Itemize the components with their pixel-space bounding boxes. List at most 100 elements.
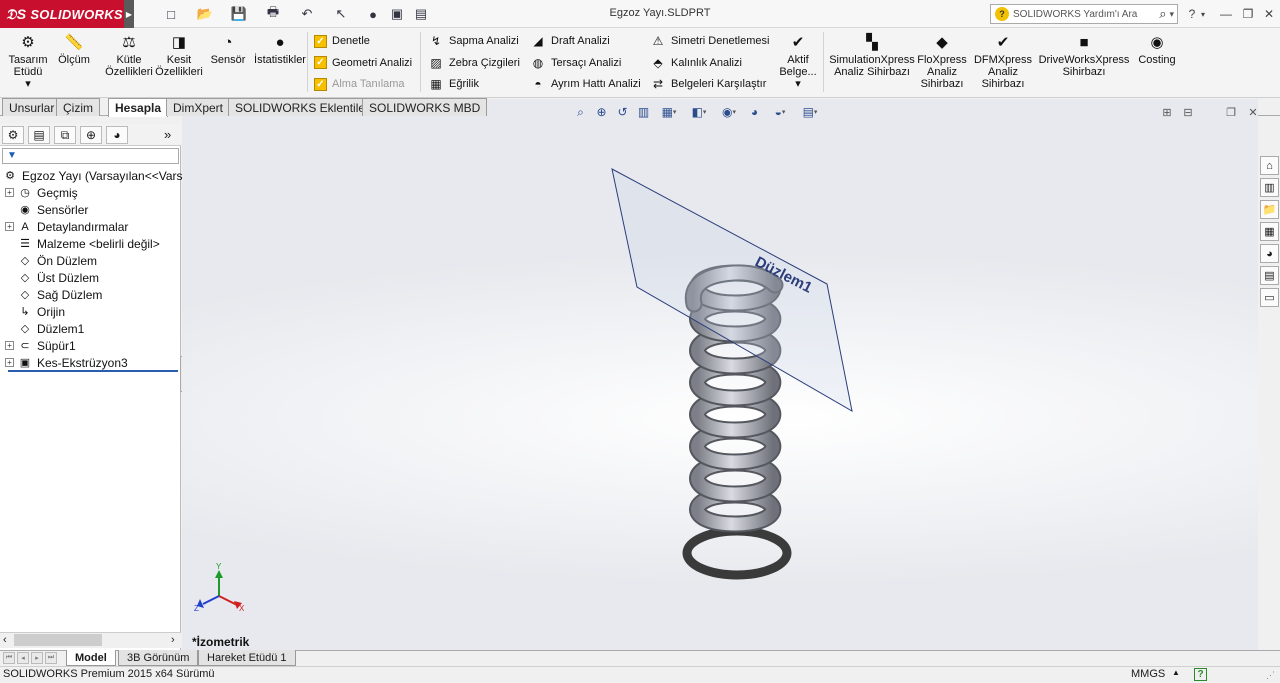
simetri-button[interactable]: ⚠ Simetri Denetlemesi: [650, 33, 770, 49]
save-button[interactable]: 💾: [228, 5, 250, 23]
help-dropdown-icon[interactable]: ▾: [1198, 5, 1208, 23]
tree-item[interactable]: ☰ Malzeme <belirli değil>: [5, 235, 160, 252]
tree-item[interactable]: + ◷ Geçmiş: [5, 184, 78, 201]
open-button[interactable]: 📂: [194, 5, 216, 23]
ayrim-button[interactable]: ◓ Ayrım Hattı Analizi: [530, 76, 640, 92]
menu-expand-button[interactable]: ▶: [124, 0, 134, 28]
zebra-button[interactable]: ▨ Zebra Çizgileri: [428, 55, 520, 71]
view-palette-tab[interactable]: ▦: [1260, 222, 1279, 241]
section-properties-button[interactable]: ◨ Kesit Özellikleri: [152, 34, 206, 78]
bottom-tab-2[interactable]: Hareket Etüdü 1: [198, 650, 296, 666]
tab-solidworks-eklentileri[interactable]: SOLIDWORKS Eklentileri: [228, 98, 379, 116]
mass-properties-button[interactable]: ⚖ Kütle Özellikleri: [104, 34, 154, 78]
simulationxpress-button[interactable]: ▚ SimulationXpress Analiz Sihirbazı: [828, 34, 916, 78]
tree-item[interactable]: + A Detaylandırmalar: [5, 218, 128, 235]
design-study-label: Tasarım: [8, 54, 48, 66]
search-dropdown-icon[interactable]: ▾: [1169, 9, 1174, 20]
sapma-button[interactable]: ↯ Sapma Analizi: [428, 33, 520, 49]
file-properties-button[interactable]: ▣: [386, 5, 408, 23]
tab-scroll-button[interactable]: ⏮: [3, 652, 15, 664]
axis-y-label: Y: [216, 562, 222, 571]
tab-scroll-button[interactable]: ◂: [17, 652, 29, 664]
dimxpert-manager-tab[interactable]: ⊕: [80, 126, 102, 144]
print-button[interactable]: 🖶: [262, 4, 284, 23]
options-button[interactable]: ▤: [410, 5, 432, 23]
select-button[interactable]: ↖: [330, 5, 352, 23]
resize-grip-icon[interactable]: ⋰: [1266, 670, 1275, 681]
tree-root[interactable]: ⚙ Egzoz Yayı (Varsayılan<<Varsay: [2, 167, 195, 184]
tree-item-label: Süpür1: [37, 338, 76, 353]
dfmxpress-button[interactable]: ✔ DFMXpress Analiz Sihirbazı: [972, 34, 1034, 90]
draft-button[interactable]: ◢ Draft Analizi: [530, 33, 641, 49]
expand-icon[interactable]: +: [5, 358, 14, 367]
custom-properties-tab[interactable]: ▤: [1260, 266, 1279, 285]
bottom-tab-0[interactable]: Model: [66, 650, 116, 666]
bottom-tab-1[interactable]: 3B Görünüm: [118, 650, 199, 666]
minimize-button[interactable]: —: [1216, 5, 1236, 23]
appearances-tab[interactable]: ◕: [1260, 244, 1279, 263]
denetle-button[interactable]: ✓ Denetle: [314, 33, 412, 49]
tree-filter-input[interactable]: ▼: [2, 148, 179, 164]
rollback-bar[interactable]: [8, 370, 178, 372]
undo-button[interactable]: ↶: [296, 5, 318, 23]
costing-button[interactable]: ◉ Costing: [1134, 34, 1180, 66]
tree-item-label: Ön Düzlem: [37, 253, 98, 268]
search-icon[interactable]: ⌕: [1159, 6, 1166, 22]
solidworks-logo[interactable]: 𝔇S SOLIDWORKS: [0, 0, 124, 28]
tree-item[interactable]: ◇ Ön Düzlem: [5, 252, 97, 269]
expand-icon[interactable]: +: [5, 222, 14, 231]
configuration-manager-tab[interactable]: ⧉: [54, 126, 76, 144]
tree-item[interactable]: ◇ Üst Düzlem: [5, 269, 99, 286]
sensor-button[interactable]: ◔ Sensör: [208, 34, 248, 66]
tab-unsurlar[interactable]: Unsurlar: [2, 98, 62, 116]
display-manager-tab[interactable]: ◕: [106, 126, 128, 144]
tab-scroll-button[interactable]: ▸: [31, 652, 43, 664]
geometri-button[interactable]: ✓ Geometri Analizi: [314, 55, 412, 71]
restore-button[interactable]: ❐: [1238, 5, 1258, 23]
feature-manager-tab[interactable]: ⚙: [2, 126, 24, 144]
alma-button[interactable]: ✓ Alma Tanılama: [314, 76, 412, 92]
unit-system[interactable]: MMGS: [1131, 668, 1165, 680]
scroll-right-icon[interactable]: ›: [171, 634, 175, 646]
property-manager-tab[interactable]: ▤: [28, 126, 50, 144]
tree-item[interactable]: ↳ Orijin: [5, 303, 65, 320]
quick-tips-icon[interactable]: ?: [1194, 668, 1207, 681]
file-explorer-tab[interactable]: 📁: [1260, 200, 1279, 219]
driveworksxpress-button[interactable]: ■ DriveWorksXpress Sihirbazı: [1036, 34, 1132, 78]
floxpress-button[interactable]: ◆ FloXpress Analiz Sihirbazı: [914, 34, 970, 90]
active-planes-label: ▾: [795, 78, 801, 90]
design-library-tab[interactable]: ▥: [1260, 178, 1279, 197]
measure-button[interactable]: 📏 Ölçüm: [56, 34, 92, 66]
tab-dimxpert[interactable]: DimXpert: [166, 98, 231, 116]
scroll-thumb[interactable]: [14, 634, 102, 646]
rebuild-button[interactable]: ●: [362, 5, 384, 23]
expand-icon[interactable]: +: [5, 341, 14, 350]
tab-hesapla[interactable]: Hesapla: [108, 98, 169, 117]
scroll-left-icon[interactable]: ‹: [3, 634, 7, 646]
design-study-button[interactable]: ⚙ Tasarım Etüdü ▾: [2, 34, 54, 90]
resources-tab[interactable]: ⌂: [1260, 156, 1279, 175]
belgeleri-button[interactable]: ⇄ Belgeleri Karşılaştır: [650, 76, 769, 92]
unit-menu-icon[interactable]: ▲: [1172, 668, 1180, 677]
kalinlik-button[interactable]: ⬘ Kalınlık Analizi: [650, 55, 769, 71]
panel-more-icon[interactable]: »: [164, 127, 171, 142]
help-search-input[interactable]: ? SOLIDWORKS Yardım'ı Ara ⌕ ▾: [990, 4, 1178, 24]
statistics-button[interactable]: ● İstatistikler: [252, 34, 308, 66]
new-document-button[interactable]: □: [160, 5, 182, 23]
close-button[interactable]: ✕: [1259, 5, 1279, 23]
tree-item[interactable]: + ▣ Kes-Ekstrüzyon3: [5, 354, 128, 371]
tab-scroll-button[interactable]: ⏭: [45, 652, 57, 664]
active-planes-button[interactable]: ✔ Aktif Belge... ▾: [776, 34, 820, 90]
tersaci-button[interactable]: ◍ Tersaçı Analizi: [530, 55, 641, 71]
tree-item[interactable]: ◇ Düzlem1: [5, 320, 85, 337]
tree-item[interactable]: ◇ Sağ Düzlem: [5, 286, 103, 303]
solidworks-forum-tab[interactable]: ▭: [1260, 288, 1279, 307]
model-graphics[interactable]: Düzlem1 Y X Z: [182, 99, 1258, 650]
tab-solidworks-mbd[interactable]: SOLIDWORKS MBD: [362, 98, 488, 116]
egrilik-button[interactable]: ▦ Eğrilik: [428, 76, 520, 92]
tree-item-label: Düzlem1: [37, 321, 85, 336]
expand-icon[interactable]: +: [5, 188, 14, 197]
tree-item[interactable]: + ⊂ Süpür1: [5, 337, 76, 354]
tree-item[interactable]: ◉ Sensörler: [5, 201, 88, 218]
tab-çizim[interactable]: Çizim: [56, 98, 100, 116]
